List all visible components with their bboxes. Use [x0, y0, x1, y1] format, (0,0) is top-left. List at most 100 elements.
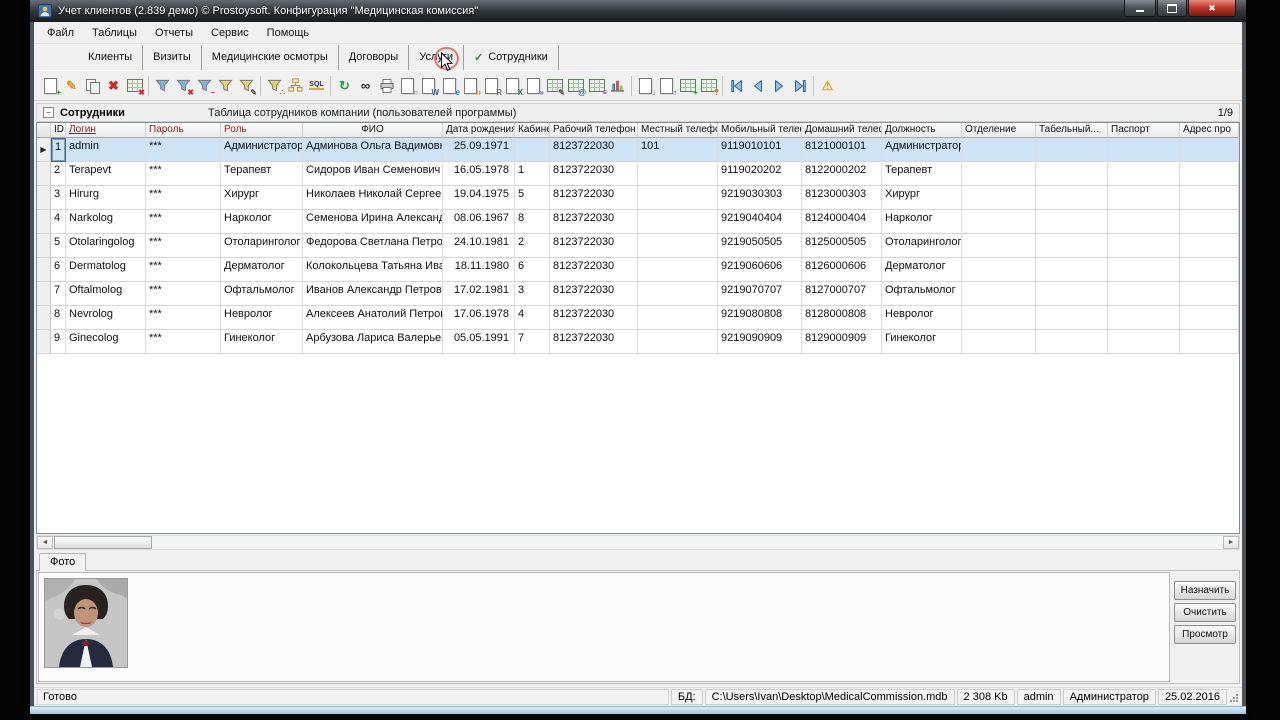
grid-cell-local_phone[interactable] — [638, 330, 718, 354]
print-labels-icon[interactable]: ≡ — [586, 75, 607, 97]
grid-cell-home_phone[interactable]: 8124000404 — [802, 210, 882, 234]
column-header-birth_date[interactable]: Дата рождения — [443, 123, 515, 138]
grid-cell-personnel_number[interactable] — [1036, 210, 1108, 234]
grid-cell-address[interactable] — [1180, 282, 1239, 306]
grid-cell-position[interactable]: Администратор — [882, 138, 962, 162]
grid-cell-passport[interactable] — [1108, 282, 1180, 306]
grid-cell-role[interactable]: Невролог — [221, 306, 303, 330]
grid-cell-passport[interactable] — [1108, 138, 1180, 162]
menu-file[interactable]: Файл — [38, 24, 83, 42]
grid-cell-fio[interactable]: Алексеев Анатолий Петрович — [303, 306, 443, 330]
column-header-password[interactable]: Пароль — [146, 123, 221, 138]
maximize-button[interactable] — [1157, 0, 1187, 17]
grid-cell-work_phone[interactable]: 8123722030 — [550, 306, 638, 330]
grid-cell-address[interactable] — [1180, 306, 1239, 330]
grid-cell-work_phone[interactable]: 8123722030 — [550, 234, 638, 258]
menu-tables[interactable]: Таблицы — [83, 24, 146, 42]
grid-cell-password[interactable]: *** — [146, 186, 221, 210]
grid-cell-local_phone[interactable] — [638, 306, 718, 330]
grid-cell-role[interactable]: Администратор — [221, 138, 303, 162]
grid-cell-login[interactable]: Terapevt — [66, 162, 146, 186]
grid-cell-birth_date[interactable]: 17.02.1981 — [443, 282, 515, 306]
grid-cell-work_phone[interactable]: 8123722030 — [550, 186, 638, 210]
grid-cell-position[interactable]: Хирург — [882, 186, 962, 210]
delete-record-icon[interactable]: ✖ — [103, 75, 124, 96]
column-header-mobile_phone[interactable]: Мобильный телефон — [718, 123, 802, 138]
grid-cell-role[interactable]: Дерматолог — [221, 258, 303, 282]
grid-cell-address[interactable] — [1180, 258, 1239, 282]
grid-cell-id[interactable]: 7 — [51, 282, 66, 306]
add-record-icon[interactable]: + — [40, 75, 61, 97]
grid-cell-department[interactable] — [962, 258, 1036, 282]
table-row[interactable]: 6 Dermatolog *** Дерматолог Колокольцева Тат… — [37, 258, 1239, 282]
grid-cell-home_phone[interactable]: 8123000303 — [802, 186, 882, 210]
grid-cell-work_phone[interactable]: 8123722030 — [550, 210, 638, 234]
preview-icon[interactable]: ○ — [397, 75, 418, 97]
tab-photo[interactable]: Фото — [39, 553, 87, 571]
tab-visits[interactable]: Визиты — [143, 44, 202, 70]
column-header-cabinet[interactable]: Кабинет — [515, 123, 550, 138]
grid-cell-password[interactable]: *** — [146, 210, 221, 234]
column-header-work_phone[interactable]: Рабочий телефон — [550, 123, 638, 138]
employee-photo[interactable] — [44, 578, 128, 668]
grid-cell-password[interactable]: *** — [146, 138, 221, 162]
grid-cell-personnel_number[interactable] — [1036, 162, 1108, 186]
grid-cell-cabinet[interactable]: 2 — [515, 234, 550, 258]
grid-cell-id[interactable]: 6 — [51, 258, 66, 282]
nav-next-icon[interactable] — [768, 75, 789, 96]
column-header-personnel_number[interactable]: Табельный... — [1036, 123, 1108, 138]
edit-record-icon[interactable]: ✎ — [61, 75, 82, 96]
grid-cell-passport[interactable] — [1108, 162, 1180, 186]
tab-employees[interactable]: ✓ Сотрудники — [464, 44, 559, 70]
grid-cell-passport[interactable] — [1108, 306, 1180, 330]
row-selector[interactable] — [37, 258, 51, 282]
grid-cell-address[interactable] — [1180, 162, 1239, 186]
assign-photo-button[interactable]: Назначить — [1174, 581, 1236, 600]
grid-cell-fio[interactable]: Николаев Николай Сергеевич — [303, 186, 443, 210]
copy-record-icon[interactable] — [82, 75, 103, 96]
row-selector[interactable] — [37, 282, 51, 306]
row-selector[interactable] — [37, 162, 51, 186]
grid-cell-address[interactable] — [1180, 330, 1239, 354]
export-word-icon[interactable]: W — [418, 75, 439, 97]
grid-cell-fio[interactable]: Сидоров Иван Семенович — [303, 162, 443, 186]
grid-cell-birth_date[interactable]: 05.05.1991 — [443, 330, 515, 354]
grid-cell-password[interactable]: *** — [146, 330, 221, 354]
horizontal-scrollbar[interactable]: ◄ ► — [36, 535, 1240, 550]
grid-cell-passport[interactable] — [1108, 186, 1180, 210]
warning-icon[interactable]: ⚠ — [817, 75, 838, 96]
grid-cell-home_phone[interactable]: 8122000202 — [802, 162, 882, 186]
row-selector[interactable] — [37, 234, 51, 258]
grid-cell-work_phone[interactable]: 8123722030 — [550, 162, 638, 186]
column-header-passport[interactable]: Паспорт — [1108, 123, 1180, 138]
table-row[interactable]: 5 Otolaringolog *** Отоларинголог Федорова С… — [37, 234, 1239, 258]
grid-cell-cabinet[interactable]: 5 — [515, 186, 550, 210]
grid-cell-home_phone[interactable]: 8126000606 — [802, 258, 882, 282]
grid-cell-department[interactable] — [962, 186, 1036, 210]
grid-cell-mobile_phone[interactable]: 9219030303 — [718, 186, 802, 210]
quick-filter-icon[interactable] — [215, 75, 236, 96]
grid-cell-cabinet[interactable] — [515, 138, 550, 162]
grid-cell-work_phone[interactable]: 8123722030 — [550, 138, 638, 162]
grid-cell-fio[interactable]: Колокольцева Татьяна Ивановна — [303, 258, 443, 282]
table-row[interactable]: 3Hirurg***ХирургНиколаев Николай Сергеев… — [37, 186, 1239, 210]
grid-cell-login[interactable]: Dermatolog — [66, 258, 146, 282]
grid-cell-local_phone[interactable] — [638, 210, 718, 234]
grid-cell-personnel_number[interactable] — [1036, 330, 1108, 354]
view-photo-button[interactable]: Просмотр — [1174, 625, 1236, 644]
grid-cell-position[interactable]: Невролог — [882, 306, 962, 330]
grid-cell-mobile_phone[interactable]: 9119010101 — [718, 138, 802, 162]
grid-cell-mobile_phone[interactable]: 9219080808 — [718, 306, 802, 330]
grid-cell-login[interactable]: Hirurg — [66, 186, 146, 210]
grid-cell-id[interactable]: 4 — [51, 210, 66, 234]
grid-cell-work_phone[interactable]: 8123722030 — [550, 258, 638, 282]
column-header-department[interactable]: Отделение — [962, 123, 1036, 138]
grid-cell-cabinet[interactable]: 7 — [515, 330, 550, 354]
field-settings-icon[interactable]: + — [677, 75, 698, 97]
table-row[interactable]: 4 Narkolog *** Нарколог Семенова Ирина Алекс… — [37, 210, 1239, 234]
remove-filter-icon[interactable]: ✖ — [173, 75, 194, 97]
grid-cell-personnel_number[interactable] — [1036, 282, 1108, 306]
table-row[interactable]: ▶ 1 admin *** Администратор Админова Ольга Ва… — [37, 138, 1239, 162]
grid-cell-login[interactable]: Nevrolog — [66, 306, 146, 330]
column-header-home_phone[interactable]: Домашний телефон — [802, 123, 882, 138]
